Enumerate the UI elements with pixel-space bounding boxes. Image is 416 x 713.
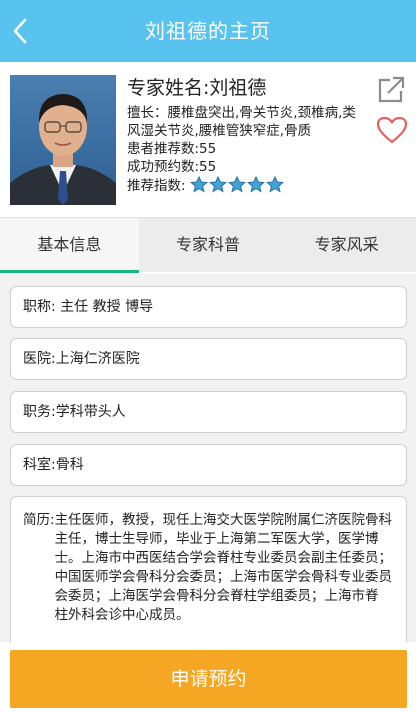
tab-gallery[interactable]: 专家风采 (277, 218, 416, 272)
star-icon (208, 176, 227, 193)
app-header: 刘祖德的主页 (0, 0, 416, 62)
hospital-field: 医院:上海仁济医院 (10, 338, 407, 380)
booking-count: 成功预约数:55 (127, 159, 217, 175)
favorite-button[interactable] (376, 116, 410, 146)
star-icon (265, 176, 284, 193)
doctor-specialty: 擅长：腰椎盘突出,骨关节炎,颈椎病,类风湿关节炎,腰椎管狭窄症,骨质 (127, 105, 356, 139)
share-button[interactable] (376, 76, 408, 106)
bio-label: 简历: (23, 512, 55, 528)
doctor-avatar (10, 75, 116, 205)
star-icon (189, 176, 208, 193)
doctor-name: 专家姓名:刘祖德 (127, 77, 267, 99)
heart-icon (376, 116, 408, 144)
department-field: 科室:骨科 (10, 444, 407, 486)
star-icon (246, 176, 265, 193)
rating-row: 推荐指数: (127, 176, 367, 195)
doctor-profile-card: 专家姓名:刘祖德 擅长：腰椎盘突出,骨关节炎,颈椎病,类风湿关节炎,腰椎管狭窄症… (0, 62, 416, 217)
rating-stars (189, 176, 284, 193)
apply-appointment-button[interactable]: 申请预约 (10, 650, 407, 708)
position-field: 职务:学科带头人 (10, 391, 407, 433)
tab-basic-info[interactable]: 基本信息 (0, 218, 139, 273)
tab-bar: 基本信息 专家科普 专家风采 (0, 217, 416, 273)
title-field: 职称: 主任 教授 博导 (10, 286, 407, 328)
star-icon (227, 176, 246, 193)
recommend-count: 患者推荐数:55 (127, 141, 217, 157)
share-icon (378, 76, 405, 103)
page-title: 刘祖德的主页 (145, 19, 271, 43)
basic-info-panel: 职称: 主任 教授 博导 医院:上海仁济医院 职务:学科带头人 科室:骨科 简历… (0, 274, 416, 642)
tab-science[interactable]: 专家科普 (139, 218, 278, 272)
rating-label: 推荐指数: (127, 178, 186, 194)
doctor-info: 专家姓名:刘祖德 擅长：腰椎盘突出,骨关节炎,颈椎病,类风湿关节炎,腰椎管狭窄症… (127, 74, 367, 195)
bio-box[interactable]: 简历: 主任医师，教授，现任上海交大医学院附属仁济医院骨科主任，博士生导师，毕业… (10, 496, 407, 642)
bio-text: 主任医师，教授，现任上海交大医学院附属仁济医院骨科主任，博士生导师，毕业于上海第… (54, 512, 393, 623)
